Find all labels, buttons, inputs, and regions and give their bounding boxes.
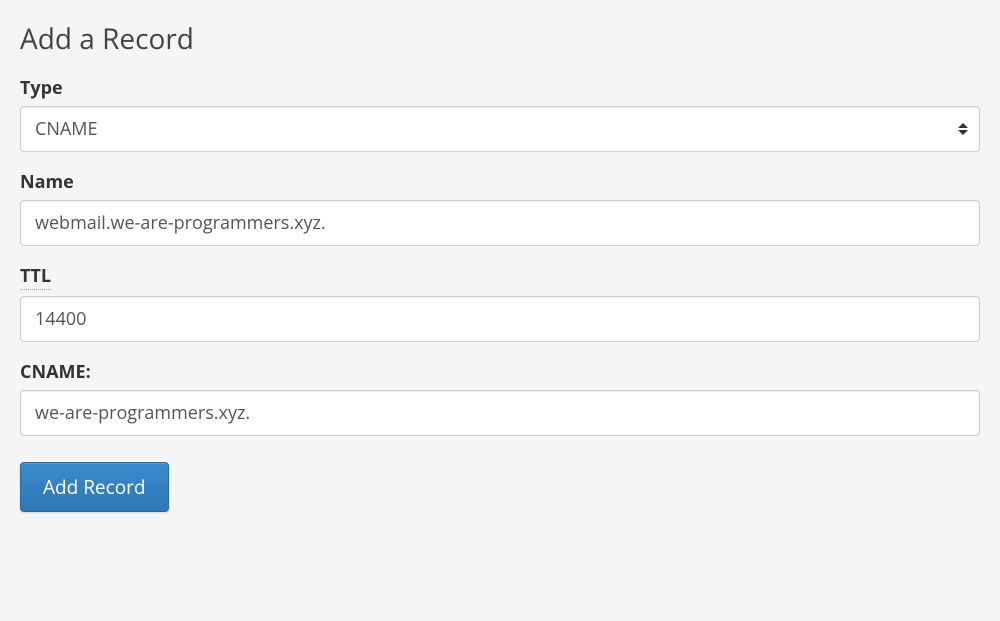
- cname-input[interactable]: [20, 390, 980, 436]
- name-field-group: Name: [20, 170, 980, 246]
- type-field-group: Type CNAME: [20, 76, 980, 152]
- ttl-input[interactable]: [20, 296, 980, 342]
- add-record-button[interactable]: Add Record: [20, 462, 169, 512]
- type-label: Type: [20, 76, 980, 100]
- add-record-form: Add a Record Type CNAME Name TTL CNAME: …: [20, 20, 980, 512]
- type-select[interactable]: CNAME: [20, 106, 980, 152]
- ttl-field-group: TTL: [20, 264, 980, 342]
- name-input[interactable]: [20, 200, 980, 246]
- name-label: Name: [20, 170, 980, 194]
- ttl-label: TTL: [20, 264, 980, 290]
- type-select-value: CNAME: [20, 106, 980, 152]
- cname-label: CNAME:: [20, 360, 980, 384]
- cname-field-group: CNAME:: [20, 360, 980, 436]
- page-heading: Add a Record: [20, 20, 980, 58]
